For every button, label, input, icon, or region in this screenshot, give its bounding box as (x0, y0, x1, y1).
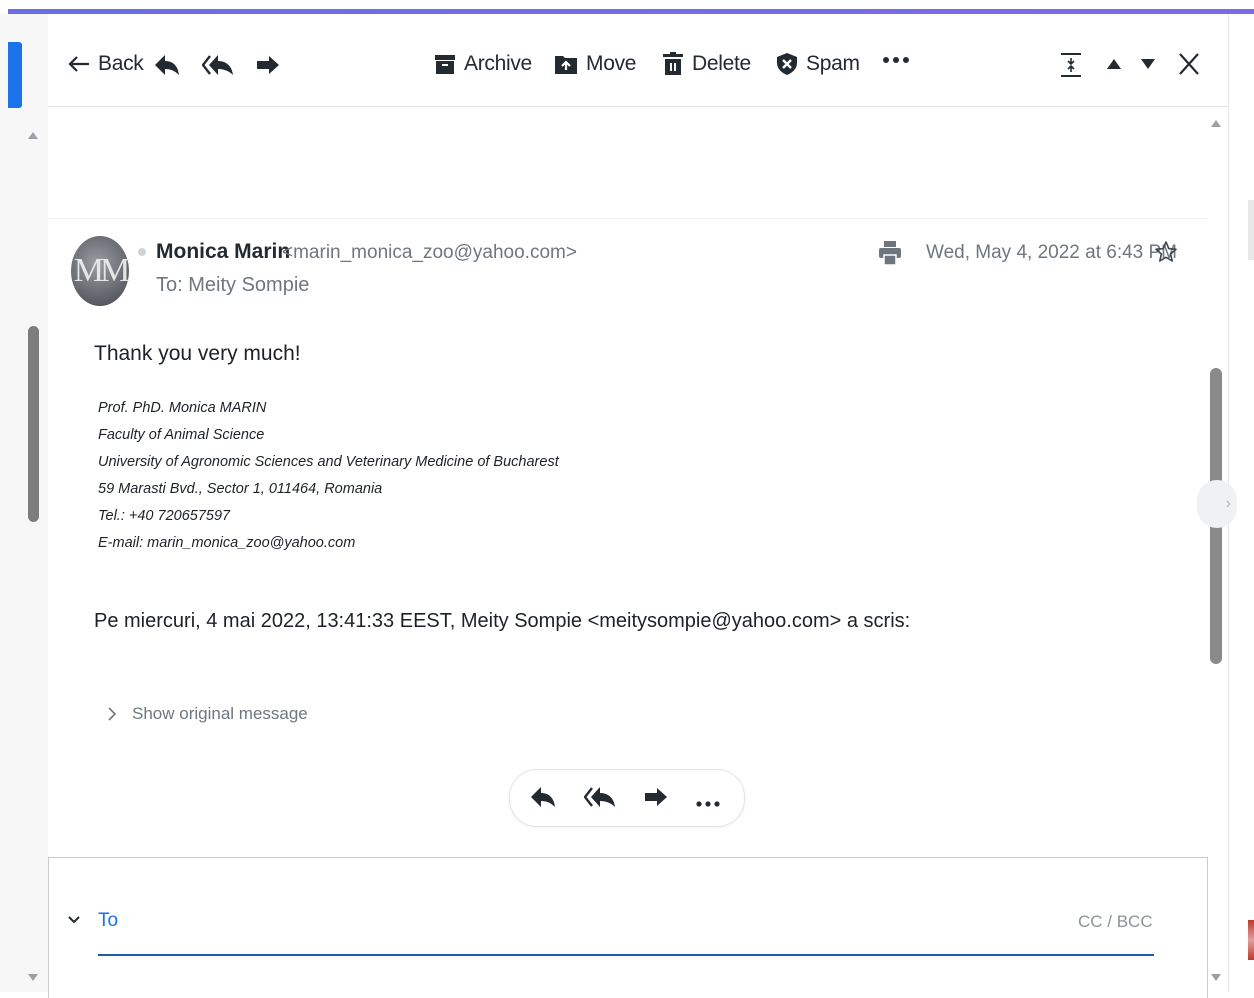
message-date: Wed, May 4, 2022 at 6:43 PM (926, 242, 1178, 263)
quick-more-button[interactable] (696, 794, 720, 812)
left-rail (0, 14, 48, 992)
shield-icon (777, 53, 797, 75)
presence-indicator (138, 248, 146, 256)
reply-button[interactable] (154, 54, 180, 76)
folder-tab-indicator[interactable] (8, 42, 22, 108)
move-label: Move (586, 52, 637, 75)
quoted-message-header: Pe miercuri, 4 mai 2022, 13:41:33 EEST, … (94, 610, 911, 632)
right-panel-ad-edge (1248, 920, 1254, 960)
delete-button[interactable]: Delete (662, 52, 751, 76)
recipient-line: To: Meity Sompie (156, 274, 310, 296)
spam-button[interactable]: Spam (776, 52, 860, 76)
avatar-initials: MM (73, 252, 131, 289)
to-field-label[interactable]: To (98, 910, 118, 932)
signature-line: Tel.: +40 720657597 (98, 508, 231, 524)
quick-reply-bar (509, 769, 745, 827)
reply-all-icon (583, 787, 615, 807)
printer-icon (879, 241, 901, 266)
to-field-input-underline[interactable] (98, 954, 1154, 956)
expand-collapse-button[interactable] (1060, 52, 1082, 78)
window-top-border (0, 0, 1254, 14)
quick-reply-all-button[interactable] (583, 786, 616, 813)
reply-all-icon (202, 55, 233, 75)
signature-line[interactable]: E-mail: marin_monica_zoo@yahoo.com (98, 535, 355, 551)
message-scroll-up-icon[interactable] (1211, 120, 1221, 127)
more-horizontal-icon (696, 801, 720, 807)
chevron-right-icon (108, 707, 116, 721)
avatar[interactable]: MM (71, 236, 131, 306)
compose-panel (48, 857, 1208, 998)
arrow-left-icon (68, 56, 89, 72)
forward-button[interactable] (256, 55, 280, 75)
quick-reply-button[interactable] (530, 786, 556, 813)
back-label: Back (98, 52, 144, 75)
next-message-button[interactable] (1140, 58, 1156, 70)
quick-forward-button[interactable] (644, 787, 668, 812)
chevron-right-icon: › (1225, 495, 1231, 512)
collapse-recipients-button[interactable] (67, 912, 81, 930)
reply-icon (531, 787, 555, 807)
left-scroll-down-icon[interactable] (28, 974, 38, 981)
right-panel-image-edge (1248, 200, 1254, 260)
signature-line: Prof. PhD. Monica MARIN (98, 400, 267, 416)
delete-label: Delete (692, 52, 751, 75)
message-scroll-down-icon[interactable] (1211, 974, 1221, 981)
signature-line: 59 Marasti Bvd., Sector 1, 011464, Roman… (98, 481, 383, 497)
triangle-down-icon (1141, 59, 1155, 69)
chevron-down-icon (68, 916, 80, 924)
expand-collapse-icon (1061, 53, 1081, 77)
left-scrollbar-thumb[interactable] (28, 326, 39, 522)
sender-email: <marin_monica_zoo@yahoo.com> (282, 242, 577, 263)
triangle-up-icon (1107, 59, 1121, 69)
move-button[interactable]: Move (554, 52, 636, 76)
left-scroll-up-icon[interactable] (28, 132, 38, 139)
archive-label: Archive (464, 52, 532, 75)
trash-icon (663, 52, 683, 75)
archive-button[interactable]: Archive (434, 52, 532, 76)
show-original-toggle[interactable]: Show original message (108, 704, 308, 724)
sender-name[interactable]: Monica Marin (156, 240, 290, 264)
expand-side-panel-button[interactable]: › (1197, 480, 1237, 528)
move-folder-icon (555, 56, 577, 74)
close-icon (1179, 53, 1199, 75)
spam-label: Spam (806, 52, 860, 75)
star-icon (1155, 241, 1177, 262)
star-button[interactable] (1154, 240, 1178, 269)
reply-all-button[interactable] (202, 54, 234, 76)
print-button[interactable] (878, 240, 902, 271)
signature-line: University of Agronomic Sciences and Vet… (98, 454, 559, 470)
forward-icon (257, 56, 279, 74)
show-original-label: Show original message (132, 704, 308, 723)
archive-icon (435, 55, 455, 74)
more-actions-button[interactable] (882, 56, 910, 64)
message-divider (48, 218, 1206, 219)
signature-line: Faculty of Animal Science (98, 427, 265, 443)
back-button[interactable]: Back (68, 52, 144, 76)
cc-bcc-toggle[interactable]: CC / BCC (1078, 912, 1153, 932)
previous-message-button[interactable] (1106, 58, 1122, 70)
message-body-greeting: Thank you very much! (94, 342, 301, 365)
forward-icon (645, 788, 667, 806)
more-horizontal-icon (883, 57, 909, 63)
message-toolbar: Back Archive Move Delete Spam (48, 14, 1228, 107)
reply-icon (155, 55, 179, 75)
close-button[interactable] (1178, 52, 1200, 76)
